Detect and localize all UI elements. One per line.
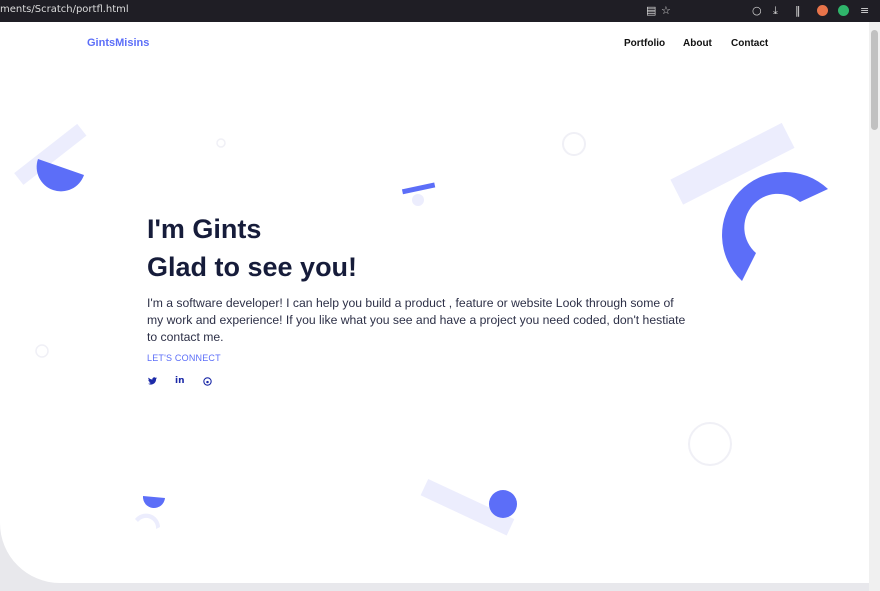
hero-heading: I'm Gints [147, 214, 262, 244]
lets-connect-link[interactable]: LET'S CONNECT [147, 353, 221, 363]
pocket-icon[interactable]: ○ [752, 4, 762, 17]
nav-contact[interactable]: Contact [731, 38, 768, 49]
site-logo[interactable]: GintsMisins [87, 37, 149, 49]
bookmark-star-icon[interactable]: ☆ [661, 4, 671, 17]
twitter-icon[interactable] [148, 377, 157, 388]
deco-circle-small [216, 138, 226, 148]
deco-half-circle-bottom [142, 496, 165, 509]
scrollbar[interactable] [869, 22, 880, 591]
menu-icon[interactable]: ≡ [860, 4, 869, 17]
deco-circle-right [688, 422, 732, 466]
hero-subheading: Glad to see you! [147, 252, 358, 282]
library-icon[interactable]: ‖ [795, 4, 801, 17]
deco-dot-pale [412, 194, 424, 206]
linkedin-icon[interactable]: in [175, 376, 185, 386]
nav-about[interactable]: About [683, 38, 712, 49]
url-bar[interactable]: ments/Scratch/portfl.html [0, 4, 129, 15]
deco-circle-bottom [489, 490, 517, 518]
extension-icon[interactable] [817, 5, 828, 16]
deco-circle-top [562, 132, 586, 156]
nav-portfolio[interactable]: Portfolio [624, 38, 665, 49]
reader-view-icon[interactable]: ▤ [646, 4, 656, 17]
deco-bar-blue [401, 182, 436, 195]
deco-arc-top-right [722, 172, 828, 281]
intro-text: I'm a software developer! I can help you… [147, 296, 686, 344]
browser-toolbar: ments/Scratch/portfl.html ▤ ☆ ○ ⤓ ‖ ≡ [0, 0, 880, 22]
download-icon[interactable]: ⤓ [773, 4, 778, 17]
deco-half-circle-top-left [36, 159, 84, 192]
deco-arc-bottom [135, 513, 160, 529]
account-icon[interactable] [838, 5, 849, 16]
deco-circle-left [35, 344, 49, 358]
github-icon[interactable] [203, 377, 212, 389]
page-viewport: GintsMisins Portfolio About Contact I'm … [0, 22, 869, 583]
scroll-thumb[interactable] [871, 30, 878, 130]
